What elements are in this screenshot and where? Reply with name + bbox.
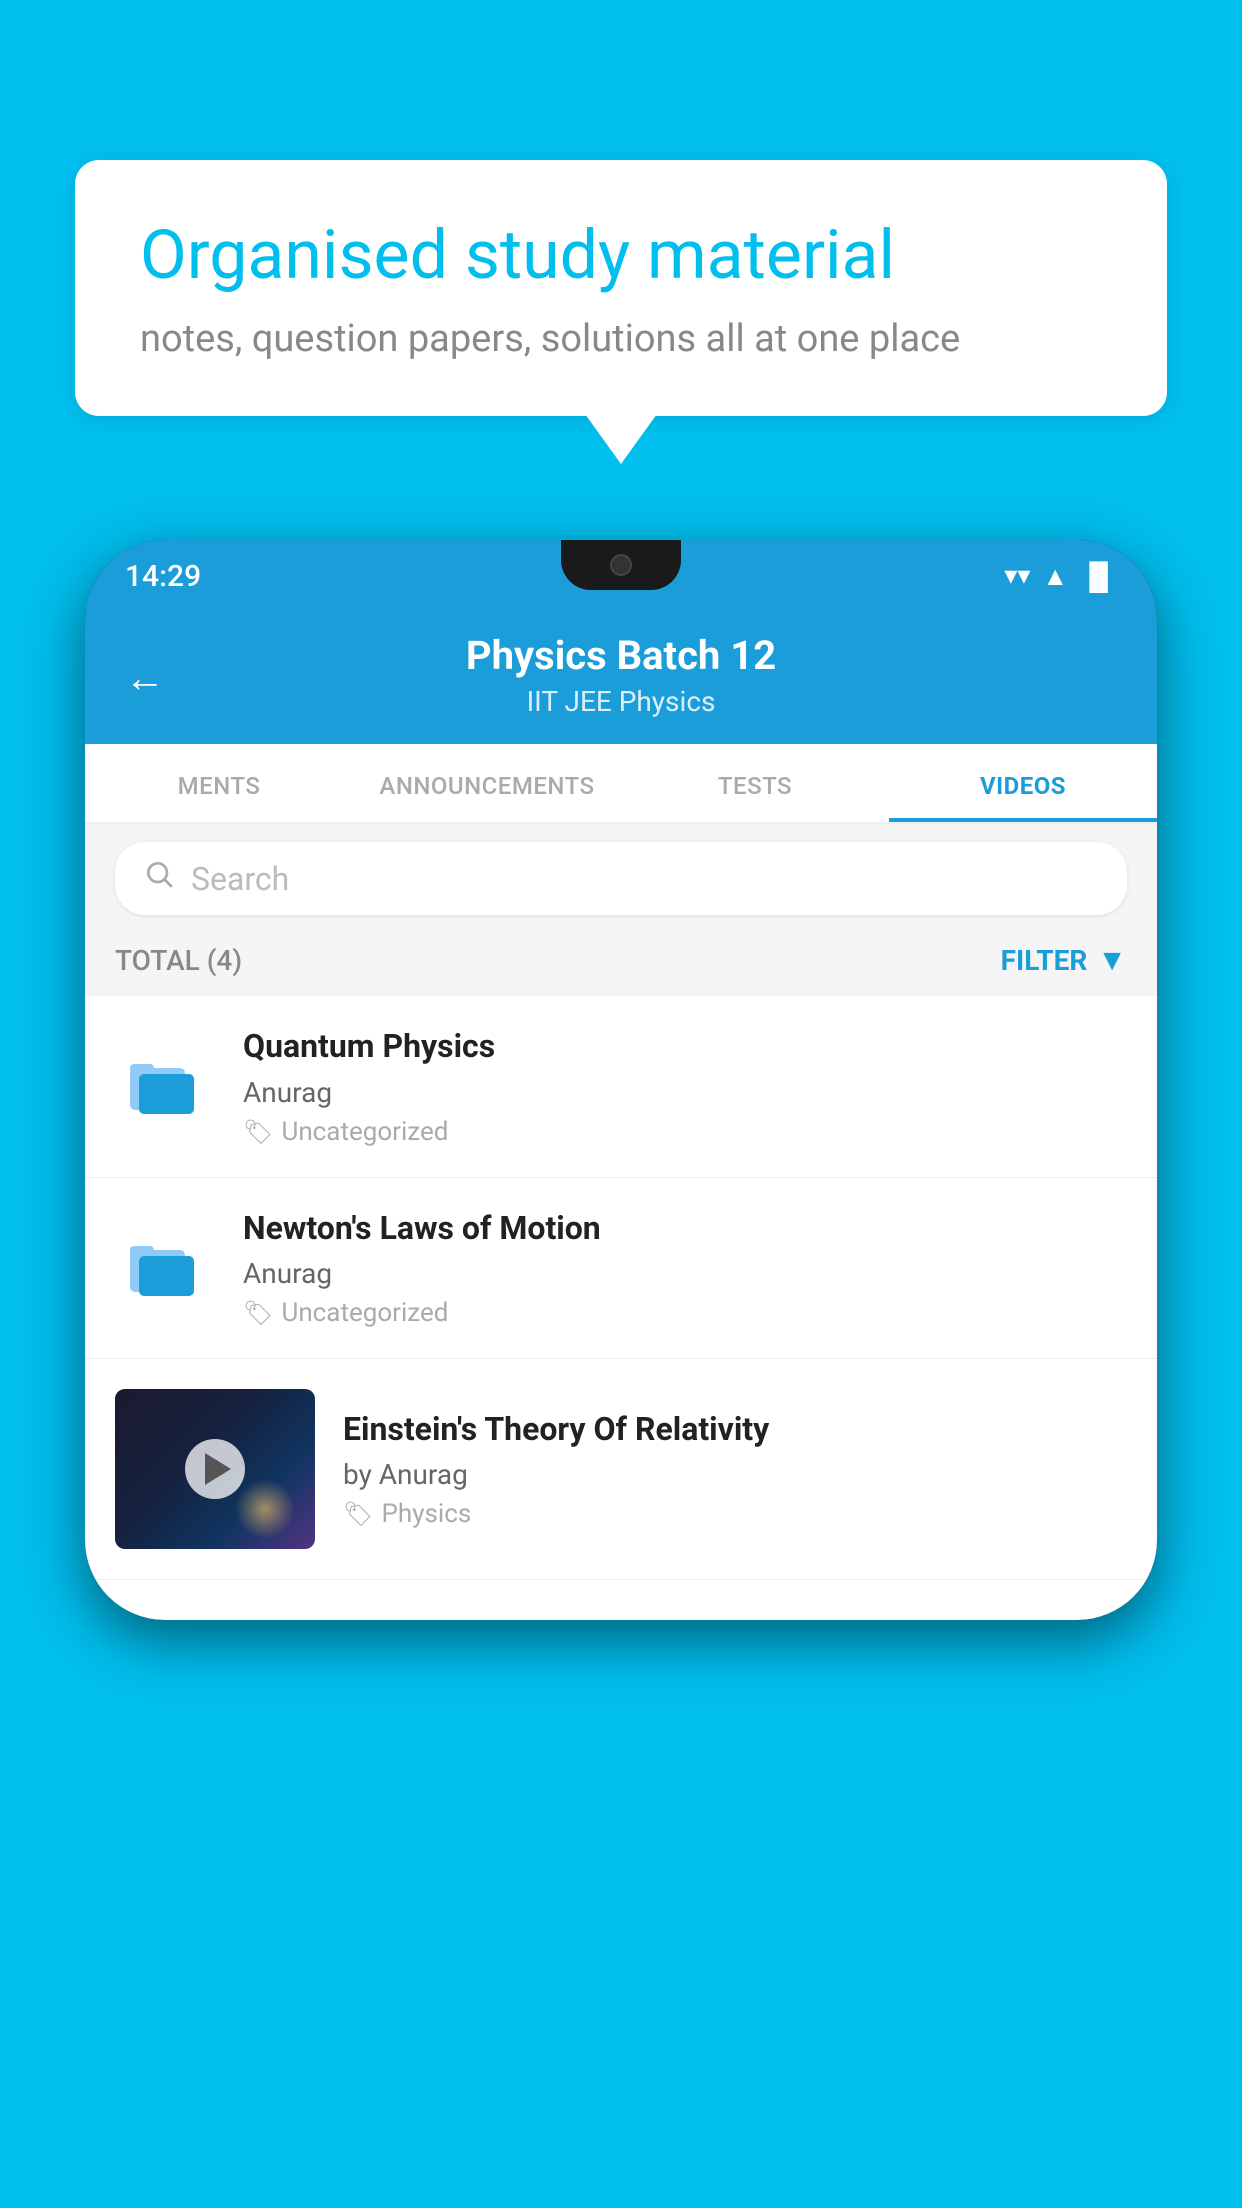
filter-button[interactable]: FILTER ▼: [1001, 943, 1127, 978]
search-placeholder: Search: [191, 860, 289, 898]
tab-tests[interactable]: TESTS: [621, 744, 889, 822]
video-tag-3: 🏷 Physics: [343, 1499, 1127, 1529]
total-count-label: TOTAL (4): [115, 944, 242, 977]
tab-announcements[interactable]: ANNOUNCEMENTS: [353, 744, 621, 822]
filter-bar: TOTAL (4) FILTER ▼: [85, 933, 1157, 996]
video-info-3: Einstein's Theory Of Relativity by Anura…: [343, 1409, 1127, 1530]
status-icons: ▾▾ ▲ ▐▌: [1004, 561, 1117, 592]
video-title-3: Einstein's Theory Of Relativity: [343, 1409, 1127, 1451]
video-info-2: Newton's Laws of Motion Anurag 🏷 Uncateg…: [243, 1208, 1127, 1329]
phone-notch: [561, 540, 681, 590]
app-subtitle: IIT JEE Physics: [125, 685, 1117, 718]
tag-icon: 🏷: [343, 1500, 373, 1528]
speech-bubble-title: Organised study material: [140, 215, 1102, 297]
tab-bar: MENTS ANNOUNCEMENTS TESTS VIDEOS: [85, 744, 1157, 824]
list-item[interactable]: Newton's Laws of Motion Anurag 🏷 Uncateg…: [85, 1178, 1157, 1360]
folder-thumb-1: [115, 1046, 215, 1126]
signal-icon: ▲: [1042, 561, 1068, 592]
app-header: ← Physics Batch 12 IIT JEE Physics: [85, 612, 1157, 744]
video-tag-1: 🏷 Uncategorized: [243, 1117, 1127, 1147]
speech-bubble: Organised study material notes, question…: [75, 160, 1167, 416]
tag-icon: 🏷: [243, 1118, 273, 1146]
search-bar-container: Search: [85, 824, 1157, 933]
phone-frame: 14:29 ▾▾ ▲ ▐▌ ← Physics Batch 12 IIT JEE…: [85, 540, 1157, 2208]
video-title-2: Newton's Laws of Motion: [243, 1208, 1127, 1250]
phone-body: 14:29 ▾▾ ▲ ▐▌ ← Physics Batch 12 IIT JEE…: [85, 540, 1157, 1620]
camera-dot: [610, 554, 632, 576]
video-thumbnail-3: [115, 1389, 315, 1549]
video-info-1: Quantum Physics Anurag 🏷 Uncategorized: [243, 1026, 1127, 1147]
play-button[interactable]: [185, 1439, 245, 1499]
phone-bottom: [85, 1580, 1157, 1620]
filter-icon: ▼: [1097, 943, 1127, 978]
battery-icon: ▐▌: [1080, 561, 1117, 592]
tag-icon: 🏷: [243, 1299, 273, 1327]
video-list: Quantum Physics Anurag 🏷 Uncategorized: [85, 996, 1157, 1580]
play-icon: [205, 1453, 231, 1485]
filter-label: FILTER: [1001, 944, 1088, 977]
tab-videos[interactable]: VIDEOS: [889, 744, 1157, 822]
list-item[interactable]: Einstein's Theory Of Relativity by Anura…: [85, 1359, 1157, 1580]
list-item[interactable]: Quantum Physics Anurag 🏷 Uncategorized: [85, 996, 1157, 1178]
tab-ments[interactable]: MENTS: [85, 744, 353, 822]
video-author-3: by Anurag: [343, 1458, 1127, 1491]
thumb-glow: [235, 1479, 295, 1539]
speech-bubble-subtitle: notes, question papers, solutions all at…: [140, 317, 1102, 361]
video-tag-2: 🏷 Uncategorized: [243, 1298, 1127, 1328]
status-bar: 14:29 ▾▾ ▲ ▐▌: [85, 540, 1157, 612]
back-button[interactable]: ←: [125, 655, 165, 702]
status-time: 14:29: [125, 559, 201, 594]
app-title: Physics Batch 12: [125, 632, 1117, 679]
video-author-1: Anurag: [243, 1076, 1127, 1109]
wifi-icon: ▾▾: [1004, 561, 1030, 591]
video-author-2: Anurag: [243, 1257, 1127, 1290]
folder-thumb-2: [115, 1228, 215, 1308]
search-icon: [143, 858, 175, 899]
search-input-wrap[interactable]: Search: [115, 842, 1127, 915]
video-title-1: Quantum Physics: [243, 1026, 1127, 1068]
